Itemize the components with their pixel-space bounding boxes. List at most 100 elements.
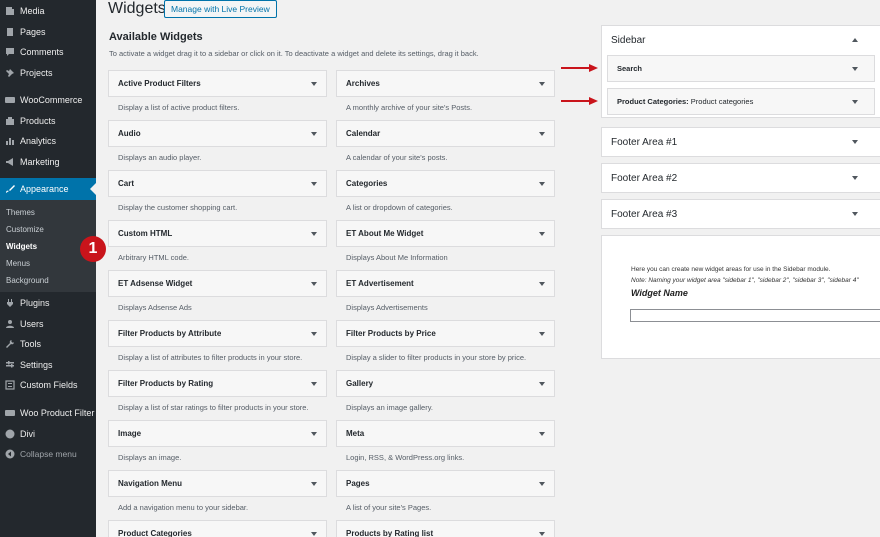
- menu-item-settings[interactable]: Settings: [0, 355, 96, 375]
- widget-card[interactable]: Product Categories: [108, 520, 327, 537]
- chevron-down-icon[interactable]: [539, 432, 545, 436]
- sidebar-widget-product-categories[interactable]: Product Categories: Product categories: [607, 88, 875, 115]
- chevron-down-icon[interactable]: [311, 482, 317, 486]
- chevron-down-icon[interactable]: [311, 182, 317, 186]
- sidebar-widget-search[interactable]: Search: [607, 55, 875, 82]
- menu-label: Analytics: [20, 136, 57, 146]
- menu-item-products[interactable]: Products: [0, 111, 96, 131]
- chevron-down-icon[interactable]: [311, 282, 317, 286]
- submenu-item-background[interactable]: Background: [6, 276, 49, 285]
- menu-label: Products: [20, 116, 56, 126]
- chevron-down-icon[interactable]: [539, 282, 545, 286]
- menu-label: Marketing: [20, 157, 60, 167]
- menu-item-users[interactable]: Users: [0, 314, 96, 334]
- submenu-item-widgets[interactable]: Widgets: [6, 242, 37, 251]
- chevron-down-icon[interactable]: [852, 100, 858, 104]
- widget-card[interactable]: ET Adsense Widget: [108, 270, 327, 297]
- widget-name: Custom HTML: [118, 229, 173, 238]
- pin-icon: [5, 68, 15, 78]
- woocommerce-icon: [5, 95, 15, 105]
- chevron-down-icon[interactable]: [852, 176, 858, 180]
- widget-card[interactable]: Meta: [336, 420, 555, 447]
- chevron-down-icon[interactable]: [539, 132, 545, 136]
- chevron-down-icon[interactable]: [539, 232, 545, 236]
- widget-description: Display a list of attributes to filter p…: [118, 353, 303, 362]
- widget-card[interactable]: Gallery: [336, 370, 555, 397]
- widget-card[interactable]: Archives: [336, 70, 555, 97]
- menu-item-projects[interactable]: Projects: [0, 63, 96, 83]
- widget-description: Display a slider to filter products in y…: [346, 353, 527, 362]
- menu-item-media[interactable]: Media: [0, 1, 96, 21]
- chevron-down-icon[interactable]: [539, 332, 545, 336]
- chevron-down-icon[interactable]: [539, 82, 545, 86]
- plugin-icon: [5, 298, 15, 308]
- widget-card[interactable]: Cart: [108, 170, 327, 197]
- chevron-down-icon[interactable]: [539, 482, 545, 486]
- menu-item-tools[interactable]: Tools: [0, 334, 96, 354]
- menu-item-analytics[interactable]: Analytics: [0, 131, 96, 151]
- menu-label: Divi: [20, 429, 35, 439]
- sidebar-area-title[interactable]: Sidebar: [611, 35, 645, 46]
- menu-item-plugins[interactable]: Plugins: [0, 293, 96, 313]
- widget-description: A list or dropdown of categories.: [346, 203, 453, 212]
- menu-item-divi[interactable]: Divi: [0, 424, 96, 444]
- widget-description: Displays Advertisements: [346, 303, 428, 312]
- chevron-down-icon[interactable]: [311, 332, 317, 336]
- widget-description: A list of your site's Pages.: [346, 503, 432, 512]
- widget-card[interactable]: Filter Products by Price: [336, 320, 555, 347]
- submenu-item-menus[interactable]: Menus: [6, 259, 30, 268]
- menu-item-custom-fields[interactable]: Custom Fields: [0, 375, 96, 395]
- menu-item-marketing[interactable]: Marketing: [0, 152, 96, 172]
- chevron-down-icon[interactable]: [311, 82, 317, 86]
- chevron-up-icon[interactable]: [852, 38, 858, 42]
- widget-card[interactable]: Pages: [336, 470, 555, 497]
- widget-name: Categories: [346, 179, 388, 188]
- chevron-down-icon[interactable]: [311, 232, 317, 236]
- chevron-down-icon[interactable]: [852, 67, 858, 71]
- widget-card[interactable]: Navigation Menu: [108, 470, 327, 497]
- widget-card[interactable]: Filter Products by Attribute: [108, 320, 327, 347]
- menu-item-woocommerce[interactable]: WooCommerce: [0, 90, 96, 110]
- submenu-item-customize[interactable]: Customize: [6, 225, 44, 234]
- manage-live-preview-button[interactable]: Manage with Live Preview: [164, 0, 277, 18]
- chevron-down-icon[interactable]: [311, 382, 317, 386]
- page-title: Widgets: [108, 0, 166, 17]
- menu-item-appearance[interactable]: Appearance: [0, 178, 96, 200]
- menu-label: Media: [20, 6, 45, 16]
- widget-description: Displays an image gallery.: [346, 403, 433, 412]
- chevron-down-icon[interactable]: [539, 182, 545, 186]
- footer-area-title[interactable]: Footer Area #1: [611, 137, 677, 148]
- widget-name-input[interactable]: [630, 309, 880, 322]
- chevron-down-icon[interactable]: [539, 532, 545, 536]
- chevron-down-icon[interactable]: [311, 432, 317, 436]
- widget-card[interactable]: Audio: [108, 120, 327, 147]
- chevron-down-icon[interactable]: [539, 382, 545, 386]
- widget-card[interactable]: Calendar: [336, 120, 555, 147]
- footer-area-title[interactable]: Footer Area #2: [611, 173, 677, 184]
- menu-item-comments[interactable]: Comments: [0, 42, 96, 62]
- chevron-down-icon[interactable]: [311, 132, 317, 136]
- menu-item-woo-product-filter[interactable]: Woo Product Filter: [0, 403, 96, 423]
- widget-card[interactable]: Filter Products by Rating: [108, 370, 327, 397]
- submenu-item-themes[interactable]: Themes: [6, 208, 35, 217]
- widget-name: ET About Me Widget: [346, 229, 424, 238]
- widget-description: Display the customer shopping cart.: [118, 203, 238, 212]
- widget-card[interactable]: Active Product Filters: [108, 70, 327, 97]
- footer-area-title[interactable]: Footer Area #3: [611, 209, 677, 220]
- menu-item-pages[interactable]: Pages: [0, 22, 96, 42]
- widget-name: Product Categories: [118, 529, 192, 537]
- widget-description: Display a list of active product filters…: [118, 103, 240, 112]
- widget-card[interactable]: Custom HTML: [108, 220, 327, 247]
- widget-card[interactable]: Image: [108, 420, 327, 447]
- widget-card[interactable]: ET Advertisement: [336, 270, 555, 297]
- widget-card[interactable]: Products by Rating list: [336, 520, 555, 537]
- widget-card[interactable]: Categories: [336, 170, 555, 197]
- chevron-down-icon[interactable]: [852, 212, 858, 216]
- chevron-down-icon[interactable]: [311, 532, 317, 536]
- widget-name: Navigation Menu: [118, 479, 183, 488]
- collapse-menu-button[interactable]: Collapse menu: [0, 444, 96, 464]
- step-number-badge: 1: [80, 236, 106, 262]
- widget-name: Filter Products by Attribute: [118, 329, 222, 338]
- chevron-down-icon[interactable]: [852, 140, 858, 144]
- widget-card[interactable]: ET About Me Widget: [336, 220, 555, 247]
